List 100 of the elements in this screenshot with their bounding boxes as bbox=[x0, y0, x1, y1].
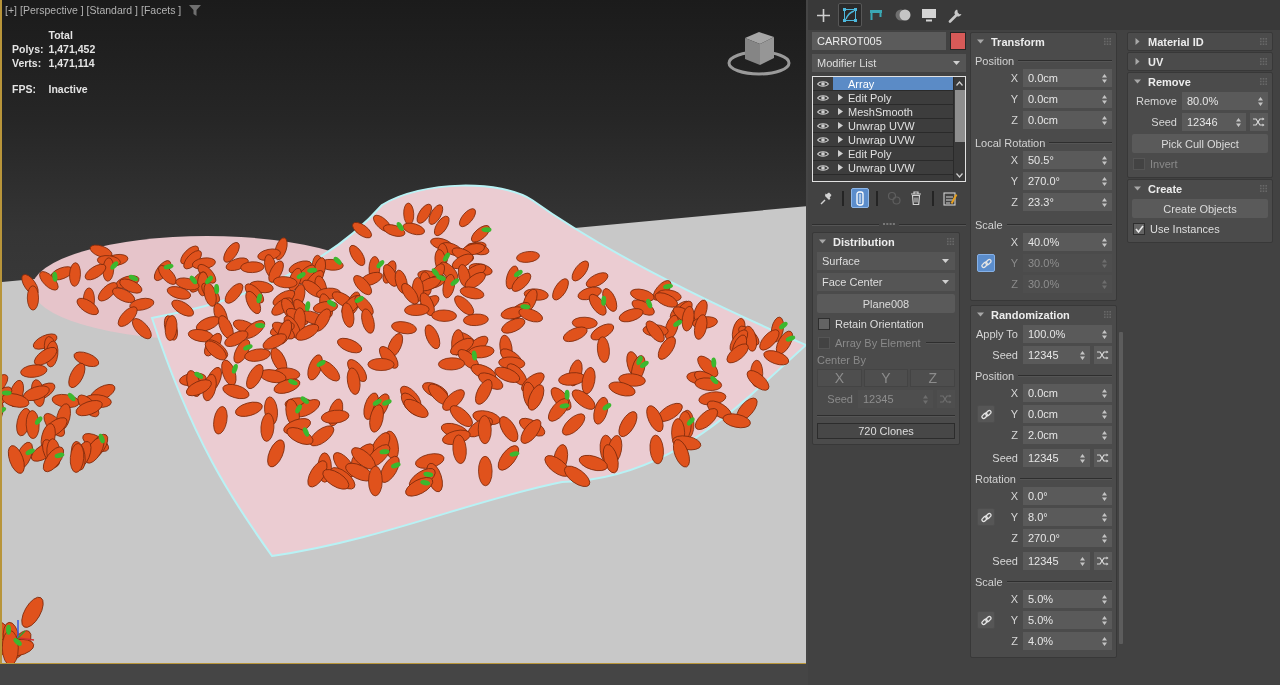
filter-icon[interactable] bbox=[189, 4, 202, 16]
spinner-field[interactable]: 80.0% bbox=[1182, 92, 1268, 110]
spinner-arrows-icon[interactable] bbox=[1102, 73, 1107, 83]
checkbox[interactable] bbox=[818, 318, 830, 330]
spinner-arrows-icon[interactable] bbox=[1102, 430, 1107, 440]
spinner-arrows-icon[interactable] bbox=[1102, 237, 1107, 247]
eye-icon[interactable] bbox=[817, 93, 829, 102]
object-name-field[interactable]: CARROT005 bbox=[812, 32, 946, 50]
link-button[interactable] bbox=[977, 611, 995, 629]
rollout-header[interactable]: Transform bbox=[971, 33, 1116, 50]
randomize-button[interactable] bbox=[1094, 346, 1112, 364]
spinner-arrows-icon[interactable] bbox=[1102, 176, 1107, 186]
spinner-arrows-icon[interactable] bbox=[1102, 512, 1107, 522]
modifier-item[interactable]: MeshSmooth bbox=[833, 105, 953, 118]
spinner-field[interactable]: 12345 bbox=[1023, 449, 1090, 467]
eye-icon[interactable] bbox=[817, 149, 829, 158]
spinner-field[interactable]: 0.0° bbox=[1023, 487, 1112, 505]
grip-icon[interactable] bbox=[1260, 185, 1267, 192]
action-button[interactable]: Plane008 bbox=[817, 294, 955, 313]
eye-icon[interactable] bbox=[817, 163, 829, 172]
modifier-list-dropdown[interactable]: Modifier List bbox=[812, 54, 966, 72]
command-tab[interactable] bbox=[837, 3, 862, 27]
spinner-field[interactable]: 2.0cm bbox=[1023, 426, 1112, 444]
spinner-field[interactable]: 0.0cm bbox=[1023, 384, 1112, 402]
spinner-arrows-icon[interactable] bbox=[1102, 115, 1107, 125]
spinner-field[interactable]: 270.0° bbox=[1023, 172, 1112, 190]
grip-icon[interactable] bbox=[947, 238, 954, 245]
spinner-arrows-icon[interactable] bbox=[1080, 556, 1085, 566]
grip-icon[interactable] bbox=[1104, 38, 1111, 45]
modifier-item[interactable]: Edit Poly bbox=[833, 147, 953, 160]
spinner-field[interactable]: 12345 bbox=[1023, 552, 1090, 570]
modifier-item[interactable]: Edit Poly bbox=[833, 91, 953, 104]
modifier-item[interactable]: Unwrap UVW bbox=[833, 161, 953, 174]
modifier-item[interactable]: Unwrap UVW bbox=[833, 133, 953, 146]
spinner-field[interactable]: 8.0° bbox=[1023, 508, 1112, 526]
splitter-grip-icon[interactable] bbox=[883, 223, 895, 226]
color-swatch[interactable] bbox=[950, 32, 966, 50]
spinner-arrows-icon[interactable] bbox=[1258, 96, 1263, 106]
spinner-field[interactable]: 100.0% bbox=[1023, 325, 1112, 343]
rollout-header[interactable]: Remove bbox=[1128, 73, 1272, 90]
scroll-down-icon[interactable] bbox=[956, 173, 963, 178]
rollout-header[interactable]: Distribution bbox=[813, 233, 959, 250]
spinner-field[interactable]: 270.0° bbox=[1023, 529, 1112, 547]
spinner-arrows-icon[interactable] bbox=[1102, 636, 1107, 646]
checkbox[interactable] bbox=[1133, 223, 1145, 235]
spinner-field[interactable]: 23.3° bbox=[1023, 193, 1112, 211]
action-button[interactable]: Create Objects bbox=[1132, 199, 1268, 218]
spinner-arrows-icon[interactable] bbox=[1102, 594, 1107, 604]
spinner-field[interactable]: 5.0% bbox=[1023, 590, 1112, 608]
randomize-button[interactable] bbox=[1094, 449, 1112, 467]
checkbox-label[interactable]: Retain Orientation bbox=[835, 318, 924, 330]
spinner-field[interactable]: 50.5° bbox=[1023, 151, 1112, 169]
eye-icon[interactable] bbox=[817, 121, 829, 130]
spinner-field[interactable]: 12346 bbox=[1182, 113, 1246, 131]
spinner-arrows-icon[interactable] bbox=[1102, 615, 1107, 625]
spinner-field[interactable]: 0.0cm bbox=[1023, 69, 1112, 87]
spinner-field[interactable]: 0.0cm bbox=[1023, 90, 1112, 108]
spinner-arrows-icon[interactable] bbox=[1102, 155, 1107, 165]
eye-icon[interactable] bbox=[817, 79, 829, 88]
spinner-field[interactable]: 4.0% bbox=[1023, 632, 1112, 650]
spinner-arrows-icon[interactable] bbox=[1102, 491, 1107, 501]
spinner-arrows-icon[interactable] bbox=[1080, 453, 1085, 463]
spinner-arrows-icon[interactable] bbox=[1102, 197, 1107, 207]
spinner-arrows-icon[interactable] bbox=[1102, 388, 1107, 398]
eye-icon[interactable] bbox=[817, 135, 829, 144]
viewport-menu[interactable]: [Standard ] bbox=[86, 3, 138, 17]
action-button[interactable]: Pick Cull Object bbox=[1132, 134, 1268, 153]
dropdown[interactable]: Surface bbox=[817, 252, 955, 270]
scroll-up-icon[interactable] bbox=[956, 81, 963, 86]
rollout-header[interactable]: UV bbox=[1128, 53, 1272, 70]
scrollbar-thumb[interactable] bbox=[954, 90, 965, 142]
viewport-menu[interactable]: [Perspective ] bbox=[19, 3, 84, 17]
viewport-menu[interactable]: [Facets ] bbox=[140, 3, 182, 17]
spinner-arrows-icon[interactable] bbox=[1102, 533, 1107, 543]
spinner-arrows-icon[interactable] bbox=[1102, 94, 1107, 104]
grip-icon[interactable] bbox=[1260, 58, 1267, 65]
spinner-arrows-icon[interactable] bbox=[1080, 350, 1085, 360]
rollout-header[interactable]: Randomization bbox=[971, 306, 1116, 323]
spinner-field[interactable]: 40.0% bbox=[1023, 233, 1112, 251]
eye-icon[interactable] bbox=[817, 107, 829, 116]
spinner-field[interactable]: 5.0% bbox=[1023, 611, 1112, 629]
spinner-arrows-icon[interactable] bbox=[1236, 117, 1241, 127]
spinner-field[interactable]: 12345 bbox=[1023, 346, 1090, 364]
link-button[interactable] bbox=[977, 405, 995, 423]
modifier-item[interactable]: Array bbox=[833, 77, 953, 90]
checkbox-label[interactable]: Use Instances bbox=[1150, 223, 1220, 235]
rollout-header[interactable]: Material ID bbox=[1128, 33, 1272, 50]
dropdown[interactable]: Face Center bbox=[817, 273, 955, 291]
modifier-item[interactable]: Unwrap UVW bbox=[833, 119, 953, 132]
spinner-field[interactable]: 0.0cm bbox=[1023, 405, 1112, 423]
viewport-menu[interactable]: [+] bbox=[5, 3, 17, 17]
randomize-button[interactable] bbox=[1250, 113, 1268, 131]
link-button[interactable] bbox=[977, 508, 995, 526]
randomize-button[interactable] bbox=[1094, 552, 1112, 570]
grip-icon[interactable] bbox=[1260, 78, 1267, 85]
spinner-arrows-icon[interactable] bbox=[1102, 409, 1107, 419]
stack-tool-button[interactable] bbox=[851, 188, 869, 208]
spinner-arrows-icon[interactable] bbox=[1102, 329, 1107, 339]
grip-icon[interactable] bbox=[1260, 38, 1267, 45]
spinner-field[interactable]: 0.0cm bbox=[1023, 111, 1112, 129]
